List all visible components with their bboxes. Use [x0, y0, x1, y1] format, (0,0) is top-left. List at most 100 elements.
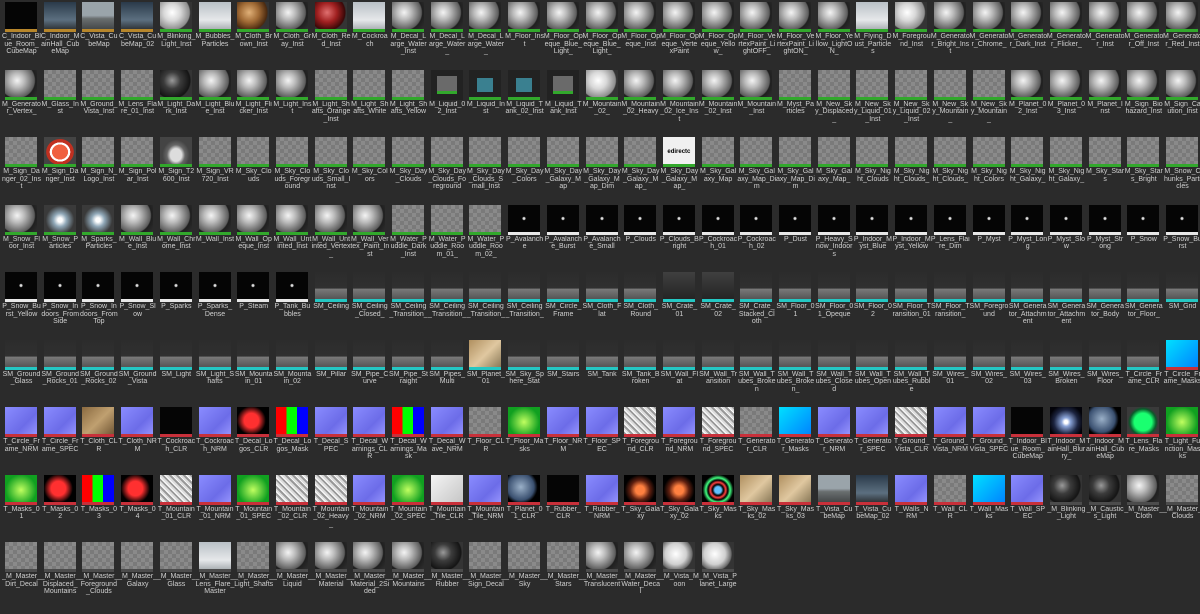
asset-tile[interactable]: SM_Foreground	[970, 271, 1009, 339]
asset-tile[interactable]: P_Avalanche	[505, 204, 544, 272]
asset-tile[interactable]: M_Decal_Large_Water_Inst	[389, 1, 428, 69]
asset-tile[interactable]: M_Sky_Day_Galaxy_Map	[544, 136, 583, 204]
asset-tile[interactable]: M_Cockroach	[350, 1, 389, 69]
asset-tile[interactable]: M_Liquid_Tank_Inst	[544, 69, 583, 137]
asset-tile[interactable]: M_Water_Puddle_Dark_Inst	[389, 204, 428, 272]
asset-tile[interactable]: M_Cloth_Red_Inst	[312, 1, 351, 69]
asset-tile[interactable]: _M_Master_Water_Decal	[621, 541, 660, 609]
asset-tile[interactable]: M_Light_Shafts_White	[350, 69, 389, 137]
asset-tile[interactable]: M_Sign_Caution_Inst	[1163, 69, 1200, 137]
asset-tile[interactable]: P_Steam	[234, 271, 273, 339]
asset-tile[interactable]: M_Sign_Polar_Inst	[118, 136, 157, 204]
asset-tile[interactable]: T_Lens_Flare_Masks	[1124, 406, 1163, 474]
asset-tile[interactable]: M_Sign_Danger_Inst	[41, 136, 80, 204]
asset-tile[interactable]: M_Generator_Vertex_	[2, 69, 41, 137]
asset-tile[interactable]: T_Circle_Frame_Masks	[1163, 339, 1200, 407]
asset-tile[interactable]: _M_Blinking_Light	[1047, 474, 1086, 542]
asset-tile[interactable]: T_Mountain_02_Heavy_	[312, 474, 351, 542]
asset-tile[interactable]: T_Wall_Masks	[970, 474, 1009, 542]
asset-tile[interactable]: SM_Mountain_01	[234, 339, 273, 407]
asset-tile[interactable]: M_Water_Puddle_Room_02_	[466, 204, 505, 272]
asset-tile[interactable]: M_Sky_Night_Clouds	[853, 136, 892, 204]
asset-tile[interactable]: T_Indoor_MainHall_CubeMap	[1086, 406, 1125, 474]
asset-tile[interactable]: SM_Crate_Stacked_Cloth	[737, 271, 776, 339]
asset-tile[interactable]: M_Generator_Dark_Inst	[1008, 1, 1047, 69]
asset-tile[interactable]: M_Floor_Opeque_Yellow_	[699, 1, 738, 69]
asset-tile[interactable]: SM_Pipe_Straight	[389, 339, 428, 407]
asset-tile[interactable]: M_Snow_Particles	[41, 204, 80, 272]
asset-tile[interactable]: T_Mountain_01_NRM	[196, 474, 235, 542]
asset-tile[interactable]: _M_Master_Rubber	[428, 541, 467, 609]
asset-tile[interactable]: M_Floor_Opeque_Blue_Light_	[544, 1, 583, 69]
asset-tile[interactable]: M_Sky_Night_Colors	[970, 136, 1009, 204]
asset-tile[interactable]: C_Indoor_Blue_Room_CubeMap	[2, 1, 41, 69]
asset-tile[interactable]: M_Sparks_Particles	[79, 204, 118, 272]
asset-tile[interactable]: _M_Master_Liquid	[273, 541, 312, 609]
asset-tile[interactable]: SM_Generator_Floor_	[1124, 271, 1163, 339]
asset-tile[interactable]: T_Foreground_CLR	[621, 406, 660, 474]
asset-tile[interactable]: _M_Master_Foreground_Clouds	[79, 541, 118, 609]
asset-tile[interactable]: M_Sky_Stars_Bright	[1124, 136, 1163, 204]
asset-tile[interactable]: M_Floor_Inst	[505, 1, 544, 69]
asset-tile[interactable]: T_Masks_03	[79, 474, 118, 542]
asset-tile[interactable]: M_Generator_Chrome_	[970, 1, 1009, 69]
asset-tile[interactable]: P_Avalanche_Small	[583, 204, 622, 272]
asset-tile[interactable]: _M_Master_Clouds	[1163, 474, 1200, 542]
asset-tile[interactable]: T_Circle_Frame_NRM	[2, 406, 41, 474]
asset-tile[interactable]: T_Indoor_Blue_Room_CubeMap	[1008, 406, 1047, 474]
asset-tile[interactable]: SM_Crate_01	[660, 271, 699, 339]
asset-tile[interactable]: SM_Mountain_02	[273, 339, 312, 407]
asset-tile[interactable]: _M_Master_Cloth	[1124, 474, 1163, 542]
asset-tile[interactable]: M_Light_Dark_Inst	[157, 69, 196, 137]
asset-tile[interactable]: T_Ground_Vista_SPEC	[970, 406, 1009, 474]
asset-tile[interactable]: T_Sky_Masks_02	[737, 474, 776, 542]
asset-tile[interactable]: _M_Master_Galaxy	[118, 541, 157, 609]
asset-tile[interactable]: M_Light_Inst	[273, 69, 312, 137]
asset-tile[interactable]: M_Light_Flicker_Inst	[234, 69, 273, 137]
asset-tile[interactable]: M_Sky_Colors	[350, 136, 389, 204]
asset-tile[interactable]: T_Generator_SPEC	[853, 406, 892, 474]
asset-tile[interactable]: T_Foreground_SPEC	[699, 406, 738, 474]
asset-tile[interactable]: T_Ground_Vista_NRM	[931, 406, 970, 474]
asset-tile[interactable]: M_New_Sky_Mountain_	[931, 69, 970, 137]
asset-tile[interactable]: T_Cockroach_NRM	[196, 406, 235, 474]
asset-tile[interactable]: M_Water_Puddle_Room_01_	[428, 204, 467, 272]
asset-tile[interactable]: M_Liquid_02_Inst	[428, 69, 467, 137]
asset-tile[interactable]: M_Sky_Galaxy_Map	[699, 136, 738, 204]
asset-tile[interactable]: M_Cloth_Gray_Inst	[273, 1, 312, 69]
asset-tile[interactable]: SM_Ceiling_Transition_	[428, 271, 467, 339]
asset-tile[interactable]: T_Circle_Frame_CLR	[1124, 339, 1163, 407]
asset-tile[interactable]: T_Rubber_CLR	[544, 474, 583, 542]
asset-tile[interactable]: SM_Light	[157, 339, 196, 407]
asset-tile[interactable]: P_Snow	[1124, 204, 1163, 272]
asset-tile[interactable]: T_Mountain_01_SPEC	[234, 474, 273, 542]
asset-tile[interactable]: M_Floor_Opeque_Inst	[621, 1, 660, 69]
asset-tile[interactable]: SM_Ceiling_Transition_	[466, 271, 505, 339]
asset-tile[interactable]: M_Sky_Stars	[1086, 136, 1125, 204]
asset-tile[interactable]: _M_Master_Displaced_Mountains	[41, 541, 80, 609]
asset-tile[interactable]: _M_Master_Material	[312, 541, 351, 609]
asset-tile[interactable]: T_Decal_Warnings_CLR	[350, 406, 389, 474]
asset-tile[interactable]: SM_Wires_03	[1008, 339, 1047, 407]
asset-tile[interactable]: M_Light_Shafts_Yellow	[389, 69, 428, 137]
asset-tile[interactable]: T_Mountain_02_SPEC	[389, 474, 428, 542]
asset-tile[interactable]: T_Wall_CLR	[931, 474, 970, 542]
asset-tile[interactable]: T_Masks_02	[41, 474, 80, 542]
asset-tile[interactable]: _M_Vista_Moon	[660, 541, 699, 609]
asset-tile[interactable]: SM_Wall_Tubes_Closed	[815, 339, 854, 407]
asset-tile[interactable]: M_Sign_Biohazard_Inst	[1124, 69, 1163, 137]
asset-tile[interactable]: M_Floor_VertexPaint_LightON_	[776, 1, 815, 69]
asset-tile[interactable]: _M_Master_Mountains	[389, 541, 428, 609]
asset-tile[interactable]: SM_Wall_Tubes_Rubble	[892, 339, 931, 407]
asset-tile[interactable]: M_Generator_Flicker_	[1047, 1, 1086, 69]
asset-tile[interactable]: C_Vista_CubeMap	[79, 1, 118, 69]
asset-tile[interactable]: SM_Floor_02	[853, 271, 892, 339]
asset-tile[interactable]: M_New_Sky_Displaced_	[815, 69, 854, 137]
asset-tile[interactable]: M_Sky_Galaxy_Map_	[815, 136, 854, 204]
asset-tile[interactable]: T_Floor_Masks	[505, 406, 544, 474]
asset-tile[interactable]: SM_Light_Shafts	[196, 339, 235, 407]
asset-tile[interactable]: T_Mountain_02_CLR	[273, 474, 312, 542]
asset-tile[interactable]: SM_Ceiling	[312, 271, 351, 339]
asset-tile[interactable]: T_Light_Function_Masks	[1163, 406, 1200, 474]
asset-tile[interactable]: SM_Pipe_Curve	[350, 339, 389, 407]
